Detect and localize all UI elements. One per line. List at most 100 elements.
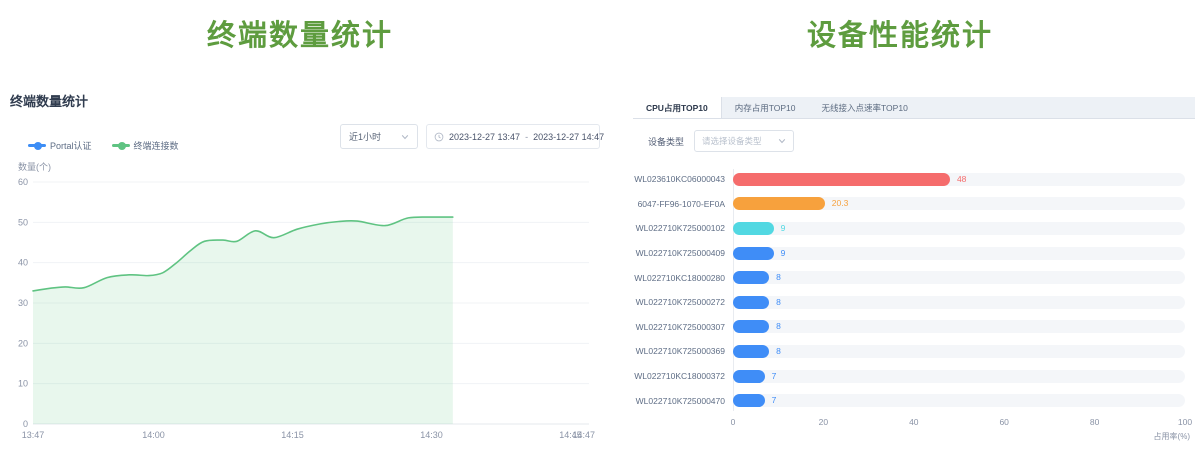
bar-label: WL022710K725000272: [633, 297, 725, 307]
bar-row: WL022710K725000307 8: [633, 315, 1195, 340]
bar-track: 9: [733, 222, 1185, 235]
bar-chart-x-axis-label: 占用率(%): [1154, 431, 1190, 442]
bar: [733, 173, 950, 186]
bar-track: 7: [733, 370, 1185, 383]
terminal-count-title: 终端数量统计: [0, 12, 600, 54]
bar-track: 8: [733, 320, 1185, 333]
bar-row: WL022710K725000470 7: [633, 388, 1195, 413]
svg-text:10: 10: [18, 379, 28, 389]
svg-text:0: 0: [23, 419, 28, 429]
svg-text:40: 40: [18, 258, 28, 268]
legend-marker-blue: [28, 144, 46, 147]
bar-row: WL022710K725000409 9: [633, 241, 1195, 266]
dashboard: 终端数量统计 终端数量统计 近1小时 2023-12-27 13:47 - 20…: [0, 0, 1200, 456]
svg-text:60: 60: [18, 177, 28, 187]
bar-row: WL022710K725000369 8: [633, 339, 1195, 364]
svg-text:14:00: 14:00: [142, 430, 165, 440]
bar-row: WL022710K725000102 9: [633, 216, 1195, 241]
time-range-value: 近1小时: [349, 130, 381, 143]
bar-label: WL022710KC18000280: [633, 273, 725, 283]
bar-row: WL022710KC18000280 8: [633, 265, 1195, 290]
x-axis-tick: 80: [1090, 417, 1099, 427]
x-axis-tick: 60: [999, 417, 1008, 427]
bar-track: 48: [733, 173, 1185, 186]
bar-label: WL023610KC06000043: [633, 174, 725, 184]
bar-value: 8: [776, 297, 781, 307]
x-axis-tick: 0: [731, 417, 736, 427]
chevron-down-icon: [401, 133, 409, 141]
bar-value: 9: [781, 248, 786, 258]
date-range-picker[interactable]: 2023-12-27 13:47 - 2023-12-27 14:47: [426, 124, 600, 149]
svg-text:20: 20: [18, 338, 28, 348]
terminal-panel-header: 终端数量统计: [10, 91, 88, 110]
clock-icon: [434, 132, 444, 142]
chart-legend: Portal认证 终端连接数: [28, 139, 179, 152]
time-range-select[interactable]: 近1小时: [340, 124, 418, 149]
bar-row: WL023610KC06000043 48: [633, 167, 1195, 192]
svg-text:13:47: 13:47: [22, 430, 45, 440]
bar-row: WL022710KC18000372 7: [633, 364, 1195, 389]
bar-label: WL022710K725000409: [633, 248, 725, 258]
device-type-label: 设备类型: [648, 135, 684, 148]
chevron-down-icon: [778, 137, 786, 145]
cpu-top10-bar-chart: WL023610KC06000043 48 6047-FF96-1070-EF0A 2…: [633, 167, 1195, 413]
legend-label: Portal认证: [50, 139, 92, 152]
bar: [733, 247, 774, 260]
bar: [733, 271, 769, 284]
date-end[interactable]: 2023-12-27 14:47: [533, 132, 604, 142]
top10-tabs: CPU占用TOP10 内存占用TOP10 无线接入点速率TOP10: [633, 97, 1195, 119]
legend-item-terminal[interactable]: 终端连接数: [112, 139, 179, 152]
bar-track: 8: [733, 345, 1185, 358]
legend-item-portal[interactable]: Portal认证: [28, 139, 92, 152]
legend-marker-green: [112, 144, 130, 147]
bar: [733, 394, 765, 407]
bar: [733, 222, 774, 235]
bar-value: 8: [776, 272, 781, 282]
bar: [733, 296, 769, 309]
device-type-select[interactable]: 请选择设备类型: [694, 130, 794, 152]
date-separator: -: [525, 132, 528, 142]
bar-label: WL022710K725000369: [633, 346, 725, 356]
x-axis-tick: 40: [909, 417, 918, 427]
date-start[interactable]: 2023-12-27 13:47: [449, 132, 520, 142]
bar: [733, 345, 769, 358]
bar-label: WL022710KC18000372: [633, 371, 725, 381]
x-axis-tick: 100: [1178, 417, 1192, 427]
device-performance-title: 设备性能统计: [600, 12, 1200, 54]
tab-cpu-top10[interactable]: CPU占用TOP10: [633, 97, 722, 118]
svg-text:50: 50: [18, 217, 28, 227]
bar-track: 7: [733, 394, 1185, 407]
device-type-filter: 设备类型 请选择设备类型: [648, 130, 794, 152]
bar: [733, 197, 825, 210]
bar-value: 20.3: [832, 198, 849, 208]
bar-chart-x-axis: 020406080100: [733, 417, 1185, 429]
tab-memory-top10[interactable]: 内存占用TOP10: [722, 97, 809, 118]
legend-label: 终端连接数: [134, 139, 179, 152]
bar-row: WL022710K725000272 8: [633, 290, 1195, 315]
bar-value: 9: [781, 223, 786, 233]
svg-text:30: 30: [18, 298, 28, 308]
x-axis-tick: 20: [819, 417, 828, 427]
terminal-count-chart: 0 10 20 30 40 50 60 数量(个) 13:47 14:00 14:15 14:30 14…: [0, 158, 600, 450]
bar-label: WL022710K725000470: [633, 396, 725, 406]
bar-value: 7: [772, 371, 777, 381]
svg-text:14:30: 14:30: [420, 430, 443, 440]
device-type-placeholder: 请选择设备类型: [702, 135, 762, 147]
bar-row: 6047-FF96-1070-EF0A 20.3: [633, 192, 1195, 217]
bar-track: 9: [733, 247, 1185, 260]
bar-label: WL022710K725000102: [633, 223, 725, 233]
bar-value: 8: [776, 346, 781, 356]
bar: [733, 370, 765, 383]
bar-track: 20.3: [733, 197, 1185, 210]
bar-value: 8: [776, 321, 781, 331]
bar-label: 6047-FF96-1070-EF0A: [633, 199, 725, 209]
bar-value: 48: [957, 174, 966, 184]
tab-ap-rate-top10[interactable]: 无线接入点速率TOP10: [809, 97, 921, 118]
bar-value: 7: [772, 395, 777, 405]
svg-text:14:15: 14:15: [281, 430, 304, 440]
bar-track: 8: [733, 271, 1185, 284]
bar-label: WL022710K725000307: [633, 322, 725, 332]
svg-text:14:47: 14:47: [572, 430, 595, 440]
svg-text:数量(个): 数量(个): [18, 161, 51, 172]
bar: [733, 320, 769, 333]
